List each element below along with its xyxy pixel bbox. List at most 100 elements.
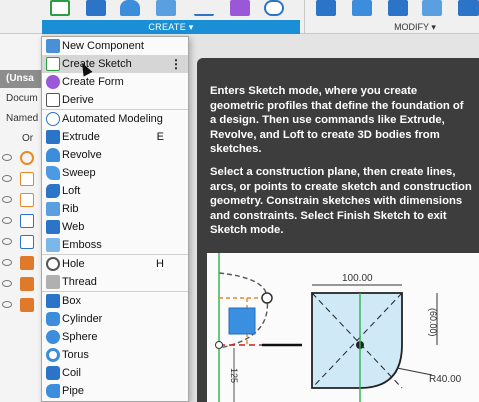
menu-item-torus[interactable]: Torus <box>42 346 188 364</box>
extrude-tool-icon[interactable] <box>86 0 106 16</box>
sketch-icon <box>20 235 34 249</box>
menu-item-label: Loft <box>62 185 81 197</box>
emboss-icon <box>46 238 60 252</box>
named-views-row[interactable]: Named <box>0 110 42 128</box>
menu-item-cylinder[interactable]: Cylinder <box>42 310 188 328</box>
menu-item-label: Automated Modeling <box>62 113 163 125</box>
menu-item-create-sketch[interactable]: Create Sketch ⋮ <box>42 55 188 73</box>
eye-icon[interactable] <box>2 301 12 308</box>
coil-icon <box>46 366 60 380</box>
torus-icon <box>46 348 60 362</box>
menu-item-revolve[interactable]: Revolve <box>42 146 188 164</box>
create-sketch-tool-icon[interactable] <box>50 0 70 16</box>
box-icon <box>46 294 60 308</box>
menu-item-label: Hole <box>62 258 85 270</box>
align-tool-icon[interactable] <box>458 0 479 16</box>
menu-item-derive[interactable]: Derive <box>42 91 188 109</box>
sketch-line-tool-icon[interactable] <box>194 0 214 16</box>
menu-item-pipe[interactable]: Pipe <box>42 382 188 400</box>
browser-panel: (Unsa Docum Named Or <box>0 34 42 402</box>
tree-row[interactable] <box>0 274 42 295</box>
origin-row[interactable]: Or <box>0 130 42 148</box>
more-options-icon[interactable]: ⋮ <box>170 55 182 73</box>
dimension-height-label: (60.00) <box>428 308 438 337</box>
rib-icon <box>46 202 60 216</box>
menu-item-new-component[interactable]: New Component <box>42 37 188 55</box>
modify-menu-button[interactable]: MODIFY ▾ <box>380 20 450 34</box>
menu-item-label: Coil <box>62 367 81 379</box>
eye-icon[interactable] <box>2 238 12 245</box>
sketch-icon <box>20 193 34 207</box>
tree-row[interactable] <box>0 148 42 169</box>
eye-icon[interactable] <box>2 259 12 266</box>
tooltip-illustration: 125 100.00 (60.00) R40.00 <box>207 253 479 402</box>
menu-item-label: Cylinder <box>62 313 103 325</box>
automated-modeling-tool-icon[interactable] <box>264 0 284 16</box>
menu-item-thread[interactable]: Thread <box>42 273 188 291</box>
tree-row[interactable] <box>0 253 42 274</box>
revolve-tool-icon[interactable] <box>120 0 140 16</box>
eye-icon[interactable] <box>2 196 12 203</box>
document-settings-row[interactable]: Docum <box>0 90 42 108</box>
tooltip-instructions: Select a construction plane, then create… <box>210 166 472 236</box>
sweep-icon <box>46 166 60 180</box>
toolbar-divider <box>304 0 305 34</box>
menu-item-create-form[interactable]: Create Form <box>42 73 188 91</box>
menu-item-coil[interactable]: Coil <box>42 364 188 382</box>
derive-icon <box>46 93 60 107</box>
menu-item-sphere[interactable]: Sphere <box>42 328 188 346</box>
create-dropdown-menu: New Component Create Sketch ⋮ Create For… <box>41 36 189 402</box>
browser-header: (Unsa <box>0 70 42 88</box>
menu-item-label: Extrude <box>62 131 100 143</box>
extrude-icon <box>46 130 60 144</box>
eye-icon[interactable] <box>2 280 12 287</box>
hole-tool-icon[interactable] <box>156 0 176 16</box>
menu-item-sweep[interactable]: Sweep <box>42 164 188 182</box>
menu-item-label: Web <box>62 221 85 233</box>
tree-row[interactable] <box>0 232 42 253</box>
fillet-tool-icon[interactable] <box>352 0 372 16</box>
menu-item-hole[interactable]: Hole H <box>42 255 188 273</box>
tree-row[interactable] <box>0 169 42 190</box>
menu-item-web[interactable]: Web <box>42 218 188 236</box>
form-tool-icon[interactable] <box>230 0 250 16</box>
eye-icon[interactable] <box>2 175 12 182</box>
menu-item-label: Rib <box>62 203 79 215</box>
menu-item-emboss[interactable]: Emboss <box>42 236 188 254</box>
menu-item-box[interactable]: Box <box>42 292 188 310</box>
loft-icon <box>46 184 60 198</box>
hole-icon <box>46 257 60 271</box>
tree-row[interactable] <box>0 190 42 211</box>
menu-item-extrude[interactable]: Extrude E <box>42 128 188 146</box>
menu-item-label: Pipe <box>62 385 85 397</box>
shell-tool-icon[interactable] <box>422 0 442 16</box>
sketch-illustration: 125 100.00 (60.00) R40.00 <box>215 253 462 402</box>
menu-item-automated-modeling[interactable]: Automated Modeling <box>42 110 188 128</box>
eye-icon[interactable] <box>2 154 12 161</box>
chamfer-tool-icon[interactable] <box>388 0 408 16</box>
dimension-radius-label: R40.00 <box>429 374 462 385</box>
new-component-icon <box>46 39 60 53</box>
menu-item-label: Emboss <box>62 239 102 251</box>
tooltip-description: Enters Sketch mode, where you create geo… <box>210 85 464 155</box>
menu-item-label: Derive <box>62 94 94 106</box>
create-menu-button[interactable]: CREATE ▾ <box>42 20 300 34</box>
menu-item-rib[interactable]: Rib <box>42 200 188 218</box>
menu-item-label: Sweep <box>62 167 96 179</box>
menu-item-label: Create Form <box>62 76 124 88</box>
eye-icon[interactable] <box>2 217 12 224</box>
press-pull-tool-icon[interactable] <box>316 0 336 16</box>
body-icon <box>20 256 34 270</box>
shortcut-label: E <box>156 131 164 143</box>
menu-item-label: Torus <box>62 349 89 361</box>
body-icon <box>20 277 34 291</box>
web-icon <box>46 220 60 234</box>
tree-row[interactable] <box>0 295 42 316</box>
menu-item-label: Revolve <box>62 149 102 161</box>
cylinder-icon <box>46 312 60 326</box>
menu-item-loft[interactable]: Loft <box>42 182 188 200</box>
sphere-icon <box>46 330 60 344</box>
tree-row[interactable] <box>0 211 42 232</box>
menu-item-label: Sphere <box>62 331 98 343</box>
shortcut-label: H <box>156 258 164 270</box>
